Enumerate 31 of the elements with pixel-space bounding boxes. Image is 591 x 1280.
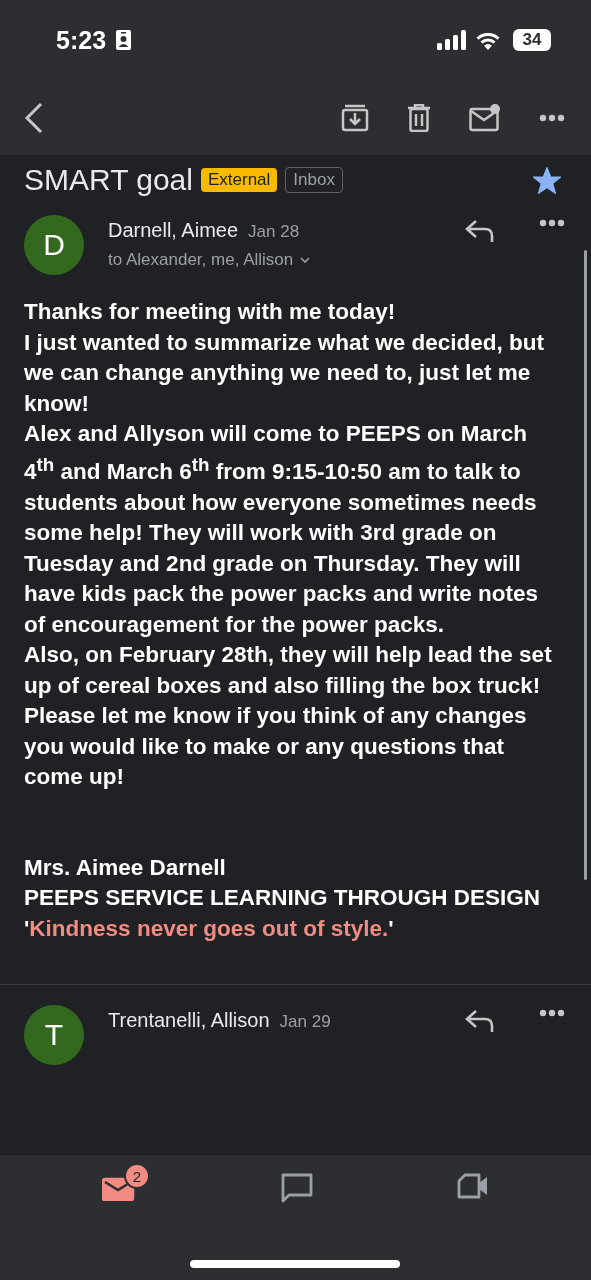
signature-line: PEEPS SERVICE LEARNING THROUGH DESIGN: [24, 884, 541, 912]
sender-avatar: T: [24, 1005, 84, 1065]
quote-mark: ': [24, 915, 30, 941]
signature-quote: Kindness never goes out of style.: [29, 915, 389, 941]
body-paragraph: Alex and Allyson will come to PEEPS on March 4$^{th}$ and March 6$^{th}$ from 9:15-10:50 am to talk to students about how everyone sometimes needs some help! They will work with 3rd grade on Tuesday and 2nd grade on Thursday. They will have kids pack the power packs and write notes of encouragement for the power packs.: [24, 420, 539, 639]
recipients-toggle[interactable]: to Alexander, me, Allison: [108, 250, 312, 270]
chevron-down-icon: [299, 256, 312, 264]
body-paragraph: Also, on February 28th, they will help lead the set up of cereal boxes and also filling the box truck!: [24, 641, 553, 700]
message-date: Jan 29: [279, 1012, 331, 1032]
label-tag: Inbox: [285, 167, 343, 193]
unread-count-badge: 2: [123, 1163, 150, 1189]
body-paragraph: Please let me know if you think of any changes you would like to make or any questions that come up!: [24, 702, 528, 791]
body-paragraph: I just wanted to summarize what we decided, but we can change anything we need to, just let me know!: [24, 328, 546, 418]
quote-mark: ': [388, 915, 394, 941]
signal-icon: [437, 30, 467, 50]
label-tag: External: [201, 168, 278, 192]
id-badge-icon: [116, 30, 132, 50]
mail-tab[interactable]: 2: [81, 1155, 158, 1222]
signature-line: Mrs. Aimee Darnell: [24, 853, 227, 882]
sender-name: Trentanelli, Allison: [108, 1009, 270, 1032]
wifi-icon: [475, 30, 501, 50]
body-paragraph: Thanks for meeting with me today!: [24, 298, 397, 326]
video-camera-icon: [457, 1173, 490, 1199]
star-icon[interactable]: [533, 166, 561, 194]
chat-bubble-icon: [281, 1173, 314, 1203]
status-time: 5:23: [56, 25, 107, 55]
battery-indicator: 34: [513, 29, 551, 51]
email-subject: SMART goal: [24, 163, 193, 197]
sender-name: Darnell, Aimee: [108, 219, 239, 242]
message-date: Jan 28: [248, 222, 300, 242]
sender-avatar: D: [24, 215, 84, 275]
